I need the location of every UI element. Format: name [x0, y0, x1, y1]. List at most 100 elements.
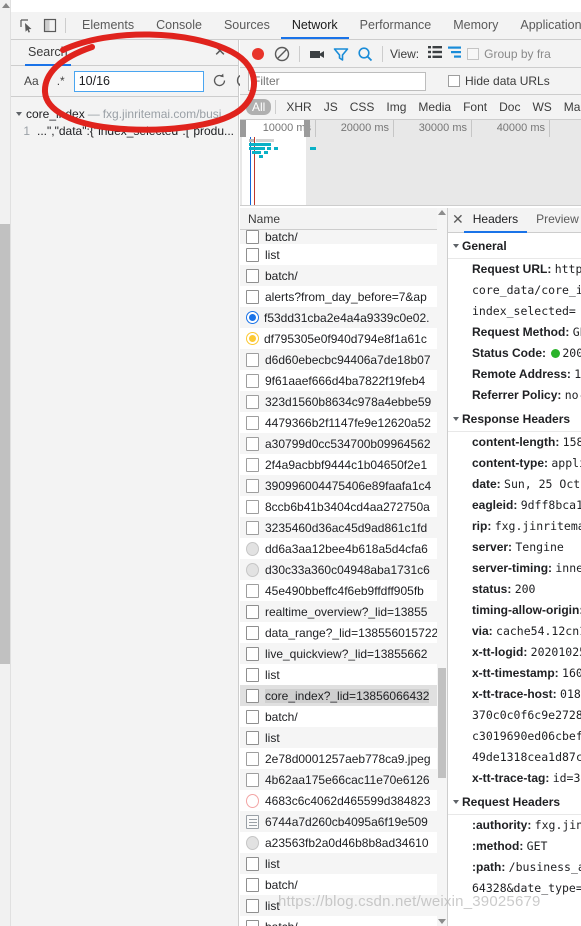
- request-row[interactable]: d30c33a360c04948aba1731c6: [240, 559, 447, 580]
- request-row[interactable]: batch/: [240, 874, 447, 895]
- list-view-icon[interactable]: [425, 42, 445, 66]
- chevron-down-icon[interactable]: [453, 417, 459, 421]
- page-scrollbar[interactable]: [0, 0, 11, 926]
- request-row[interactable]: live_quickview?_lid=13855662: [240, 643, 447, 664]
- request-row[interactable]: list: [240, 895, 447, 916]
- scrollbar-thumb[interactable]: [0, 224, 10, 664]
- type-filter-img[interactable]: Img: [380, 99, 412, 115]
- tab-preview[interactable]: Preview: [527, 208, 581, 233]
- type-filter-xhr[interactable]: XHR: [280, 99, 317, 115]
- type-filter-css[interactable]: CSS: [344, 99, 381, 115]
- details-section-header[interactable]: General: [448, 233, 581, 259]
- close-icon[interactable]: ✕: [212, 44, 228, 60]
- filter-input[interactable]: [248, 71, 426, 91]
- request-row[interactable]: batch/: [240, 230, 447, 244]
- request-row[interactable]: 390996004475406e89faafa1c4: [240, 475, 447, 496]
- device-toolbar-icon[interactable]: [43, 18, 58, 33]
- request-row[interactable]: list: [240, 727, 447, 748]
- hide-data-urls-checkbox[interactable]: [448, 75, 460, 87]
- tab-elements[interactable]: Elements: [71, 12, 145, 39]
- filter-funnel-icon[interactable]: [329, 42, 353, 66]
- regex-toggle[interactable]: .*: [53, 72, 69, 90]
- request-row[interactable]: 4683c6c4062d465599d384823: [240, 790, 447, 811]
- request-row[interactable]: data_range?_lid=138556015722: [240, 622, 447, 643]
- overview-window-left-handle[interactable]: [240, 120, 246, 137]
- camera-icon[interactable]: [305, 42, 329, 66]
- match-case-toggle[interactable]: Aa: [20, 72, 43, 90]
- details-section-header[interactable]: Request Headers: [448, 789, 581, 815]
- chevron-down-icon[interactable]: [16, 112, 22, 116]
- request-row[interactable]: batch/: [240, 265, 447, 286]
- details-body[interactable]: General Request URL: https: core_data/core…: [448, 233, 581, 926]
- request-row[interactable]: batch/: [240, 916, 447, 926]
- details-section-header[interactable]: Response Headers: [448, 406, 581, 432]
- search-icon[interactable]: [353, 42, 377, 66]
- request-list-body[interactable]: batch/list batch/alerts?from_day_before=7…: [240, 230, 447, 926]
- type-filter-js[interactable]: JS: [318, 99, 344, 115]
- request-row[interactable]: 4b62aa175e66cac11e70e6126: [240, 769, 447, 790]
- refresh-icon[interactable]: [211, 72, 228, 90]
- type-filter-all[interactable]: All: [246, 99, 272, 115]
- circle-grey-icon: [246, 835, 259, 850]
- type-filter-ws[interactable]: WS: [526, 99, 557, 115]
- chevron-down-icon[interactable]: [453, 800, 459, 804]
- request-name: 2e78d0001257aeb778ca9.jpeg: [265, 751, 431, 766]
- tab-console[interactable]: Console: [145, 12, 213, 39]
- tab-sources[interactable]: Sources: [213, 12, 281, 39]
- request-row[interactable]: 6744a7d260cb4095a6f19e509: [240, 811, 447, 832]
- type-filter-media[interactable]: Media: [412, 99, 457, 115]
- request-row[interactable]: 45e490bbeffc4f6eb9ffdff905fb: [240, 580, 447, 601]
- tab-headers[interactable]: Headers: [463, 208, 528, 233]
- inspect-element-icon[interactable]: [19, 18, 34, 33]
- request-row[interactable]: a30799d0cc534700b09964562: [240, 433, 447, 454]
- group-by-frame-checkbox[interactable]: [467, 47, 480, 60]
- search-result-file[interactable]: core_index — fxg.jinritemai.com/busi...: [11, 106, 238, 122]
- clear-network-icon[interactable]: [270, 42, 294, 66]
- request-row[interactable]: 2e78d0001257aeb778ca9.jpeg: [240, 748, 447, 769]
- request-row[interactable]: alerts?from_day_before=7&ap: [240, 286, 447, 307]
- search-result-line[interactable]: 1 ...","data":{"index_selected":["produ.…: [11, 122, 238, 140]
- overview-window-right-handle[interactable]: [304, 120, 310, 137]
- scroll-up-arrow-icon[interactable]: [2, 3, 10, 8]
- request-row[interactable]: a23563fb2a0d46b8b8ad34610: [240, 832, 447, 853]
- scrollbar-thumb[interactable]: [438, 668, 446, 778]
- close-icon[interactable]: ✕: [452, 211, 464, 229]
- request-row[interactable]: realtime_overview?_lid=13855: [240, 601, 447, 622]
- scroll-up-arrow-icon[interactable]: [438, 210, 446, 215]
- tab-network[interactable]: Network: [280, 12, 349, 39]
- request-row[interactable]: 3235460d36ac45d9ad861c1fd: [240, 517, 447, 538]
- record-stop-icon[interactable]: [246, 42, 270, 66]
- tab-search[interactable]: Search: [25, 40, 71, 66]
- tab-application[interactable]: Application: [509, 12, 581, 39]
- request-row[interactable]: 8ccb6b41b3404cd4aa272750a: [240, 496, 447, 517]
- request-row[interactable]: df795305e0f940d794e8f1a61c: [240, 328, 447, 349]
- request-row[interactable]: 9f61aaef666d4ba7822f19feb4: [240, 370, 447, 391]
- type-filter-manifest[interactable]: Manifest: [558, 99, 581, 115]
- regex-label: .*: [56, 74, 65, 88]
- request-row[interactable]: batch/: [240, 706, 447, 727]
- image-file-icon: [246, 478, 259, 493]
- tab-performance[interactable]: Performance: [349, 12, 443, 39]
- request-row[interactable]: core_index?_lid=13856066432: [240, 685, 447, 706]
- request-row[interactable]: 323d1560b8634c978a4ebbe59: [240, 391, 447, 412]
- request-row[interactable]: list: [240, 853, 447, 874]
- request-row[interactable]: dd6a3aa12bee4b618a5d4cfa6: [240, 538, 447, 559]
- request-row[interactable]: list: [240, 244, 447, 265]
- type-filter-font[interactable]: Font: [457, 99, 493, 115]
- header-value: GET: [572, 325, 581, 339]
- chevron-down-icon[interactable]: [453, 244, 459, 248]
- scroll-down-arrow-icon[interactable]: [438, 919, 446, 924]
- search-input[interactable]: [73, 70, 204, 92]
- type-filter-doc[interactable]: Doc: [493, 99, 526, 115]
- request-list-header[interactable]: Name: [240, 208, 447, 230]
- generic-file-icon: [246, 625, 259, 640]
- waterfall-view-icon[interactable]: [445, 42, 467, 66]
- network-overview-timeline[interactable]: 10000 ms 20000 ms 30000 ms 40000 ms 5000: [240, 120, 581, 206]
- request-row[interactable]: d6d60ebecbc94406a7de18b07: [240, 349, 447, 370]
- request-row[interactable]: 4479366b2f1147fe9e12620a52: [240, 412, 447, 433]
- request-list-scrollbar[interactable]: [437, 208, 447, 926]
- request-row[interactable]: 2f4a9acbbf9444c1b04650f2e1: [240, 454, 447, 475]
- request-row[interactable]: f53dd31cba2e4a4a9339c0e02.: [240, 307, 447, 328]
- request-row[interactable]: list: [240, 664, 447, 685]
- tab-memory[interactable]: Memory: [442, 12, 509, 39]
